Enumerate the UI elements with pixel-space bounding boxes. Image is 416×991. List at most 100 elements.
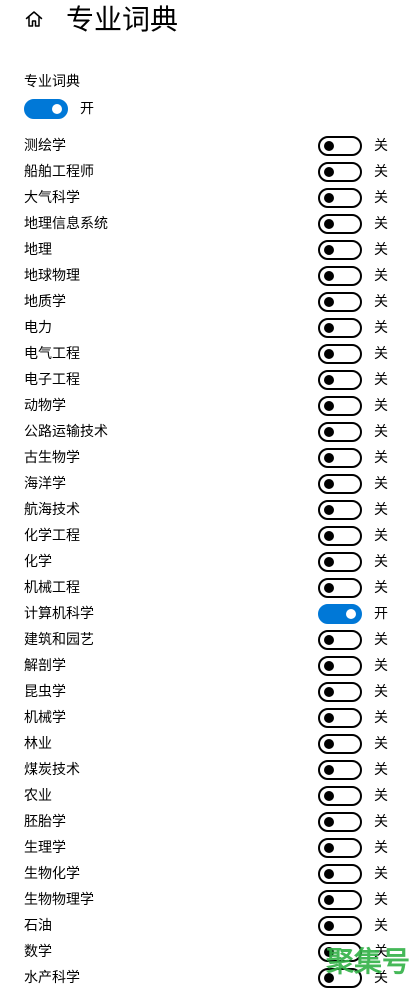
master-toggle-switch[interactable] — [24, 99, 68, 119]
dictionary-label: 生理学 — [24, 840, 66, 856]
dictionary-label: 数学 — [24, 944, 52, 960]
dictionary-toggle-state: 关 — [374, 788, 388, 804]
toggle-knob — [324, 167, 334, 177]
toggle-knob — [324, 479, 334, 489]
dictionary-toggle-switch[interactable] — [318, 370, 362, 390]
toggle-knob — [324, 323, 334, 333]
dictionary-toggle-switch[interactable] — [318, 136, 362, 156]
dictionary-label: 昆虫学 — [24, 684, 66, 700]
dictionary-label: 船舶工程师 — [24, 164, 94, 180]
dictionary-toggle-state: 关 — [374, 736, 388, 752]
dictionary-toggle-switch[interactable] — [318, 526, 362, 546]
dictionary-toggle-state: 关 — [374, 190, 388, 206]
dictionary-toggle-switch[interactable] — [318, 604, 362, 624]
dictionary-label: 胚胎学 — [24, 814, 66, 830]
dictionary-toggle-switch[interactable] — [318, 162, 362, 182]
dictionary-row: 电子工程 关 — [0, 367, 416, 393]
dictionary-toggle-switch[interactable] — [318, 318, 362, 338]
dictionary-row: 大气科学 关 — [0, 185, 416, 211]
dictionary-row: 计算机科学 开 — [0, 601, 416, 627]
dictionary-label: 煤炭技术 — [24, 762, 80, 778]
toggle-knob — [324, 453, 334, 463]
toggle-knob — [324, 661, 334, 671]
toggle-knob — [324, 895, 334, 905]
dictionary-toggle-switch[interactable] — [318, 500, 362, 520]
dictionary-toggle-switch[interactable] — [318, 344, 362, 364]
toggle-knob — [324, 531, 334, 541]
dictionary-toggle-switch[interactable] — [318, 734, 362, 754]
dictionary-toggle-switch[interactable] — [318, 630, 362, 650]
dictionary-toggle-state: 关 — [374, 710, 388, 726]
dictionary-toggle-switch[interactable] — [318, 396, 362, 416]
dictionary-row: 胚胎学 关 — [0, 809, 416, 835]
dictionary-row: 地理信息系统 关 — [0, 211, 416, 237]
toggle-knob — [324, 193, 334, 203]
dictionary-toggle-switch[interactable] — [318, 838, 362, 858]
dictionary-toggle-switch[interactable] — [318, 214, 362, 234]
dictionary-toggle-switch[interactable] — [318, 266, 362, 286]
toggle-knob — [324, 869, 334, 879]
dictionary-row: 海洋学 关 — [0, 471, 416, 497]
dictionary-toggle-state: 关 — [374, 320, 388, 336]
dictionary-row: 公路运输技术 关 — [0, 419, 416, 445]
dictionary-toggle-switch[interactable] — [318, 864, 362, 884]
master-toggle-state: 开 — [80, 101, 94, 117]
dictionary-toggle-switch[interactable] — [318, 786, 362, 806]
toggle-knob — [324, 765, 334, 775]
dictionary-toggle-switch[interactable] — [318, 188, 362, 208]
toggle-knob — [324, 921, 334, 931]
toggle-knob — [324, 713, 334, 723]
dictionary-toggle-switch[interactable] — [318, 682, 362, 702]
dictionary-toggle-state: 关 — [374, 814, 388, 830]
dictionary-row: 化学 关 — [0, 549, 416, 575]
dictionary-toggle-state: 关 — [374, 502, 388, 518]
section-label: 专业词典 — [24, 74, 80, 90]
dictionary-toggle-state: 关 — [374, 268, 388, 284]
dictionary-row: 古生物学 关 — [0, 445, 416, 471]
dictionary-row: 生物物理学 关 — [0, 887, 416, 913]
toggle-knob — [324, 791, 334, 801]
dictionary-label: 地理 — [24, 242, 52, 258]
dictionary-toggle-switch[interactable] — [318, 656, 362, 676]
dictionary-label: 解剖学 — [24, 658, 66, 674]
dictionary-toggle-state: 关 — [374, 632, 388, 648]
dictionary-master-toggle: 开 — [24, 99, 94, 119]
dictionary-row: 电力 关 — [0, 315, 416, 341]
dictionary-toggle-state: 关 — [374, 450, 388, 466]
dictionary-toggle-state: 关 — [374, 242, 388, 258]
toggle-knob — [324, 375, 334, 385]
dictionary-toggle-state: 关 — [374, 476, 388, 492]
toggle-knob — [346, 609, 356, 619]
home-icon[interactable] — [24, 9, 44, 29]
toggle-knob — [52, 104, 62, 114]
dictionary-toggle-switch[interactable] — [318, 890, 362, 910]
dictionary-toggle-switch[interactable] — [318, 422, 362, 442]
dictionary-row: 生理学 关 — [0, 835, 416, 861]
dictionary-toggle-switch[interactable] — [318, 812, 362, 832]
dictionary-toggle-switch[interactable] — [318, 240, 362, 260]
dictionary-label: 地理信息系统 — [24, 216, 108, 232]
dictionary-label: 地球物理 — [24, 268, 80, 284]
dictionary-toggle-switch[interactable] — [318, 552, 362, 572]
dictionary-toggle-switch[interactable] — [318, 292, 362, 312]
toggle-knob — [324, 843, 334, 853]
dictionary-label: 海洋学 — [24, 476, 66, 492]
toggle-knob — [324, 349, 334, 359]
dictionary-label: 计算机科学 — [24, 606, 94, 622]
dictionary-row: 航海技术 关 — [0, 497, 416, 523]
dictionary-toggle-switch[interactable] — [318, 916, 362, 936]
dictionary-toggle-state: 关 — [374, 398, 388, 414]
dictionary-toggle-switch[interactable] — [318, 760, 362, 780]
dictionary-label: 公路运输技术 — [24, 424, 108, 440]
dictionary-toggle-switch[interactable] — [318, 708, 362, 728]
toggle-knob — [324, 427, 334, 437]
toggle-knob — [324, 141, 334, 151]
dictionary-label: 化学 — [24, 554, 52, 570]
dictionary-toggle-switch[interactable] — [318, 474, 362, 494]
dictionary-toggle-switch[interactable] — [318, 448, 362, 468]
dictionary-toggle-state: 关 — [374, 164, 388, 180]
dictionary-label: 动物学 — [24, 398, 66, 414]
dictionary-toggle-state: 关 — [374, 424, 388, 440]
dictionary-toggle-switch[interactable] — [318, 578, 362, 598]
dictionary-label: 机械工程 — [24, 580, 80, 596]
